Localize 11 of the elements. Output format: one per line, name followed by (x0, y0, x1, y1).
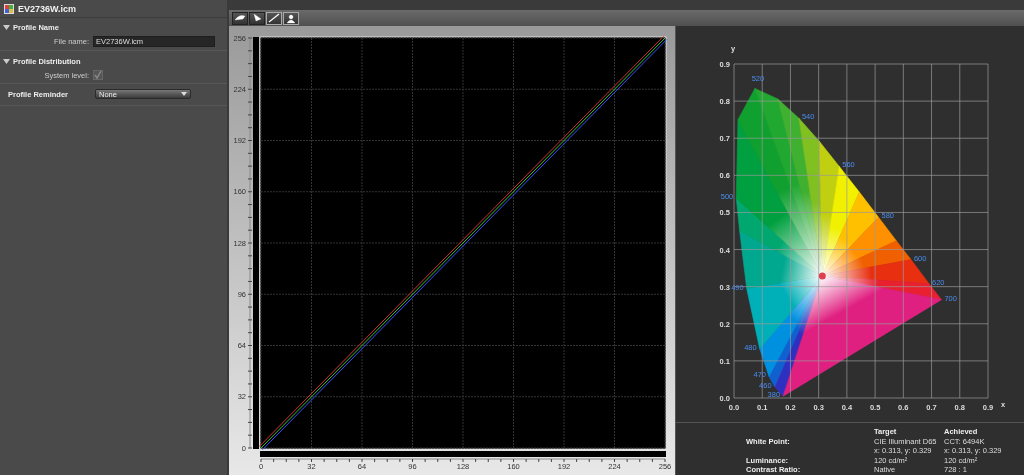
expand-triangle-icon[interactable] (3, 58, 10, 65)
person-button[interactable] (283, 11, 299, 25)
pointer-button[interactable] (249, 11, 265, 25)
panel-title: EV2736W.icm (18, 3, 77, 14)
pointer-icon (250, 12, 264, 24)
person-icon (284, 12, 298, 24)
expand-triangle-icon[interactable] (3, 24, 10, 31)
curve-graph-icon (267, 12, 281, 24)
curve-graph-button[interactable] (266, 11, 282, 25)
caret-icon (181, 92, 187, 96)
profile-file-icon (4, 3, 14, 14)
